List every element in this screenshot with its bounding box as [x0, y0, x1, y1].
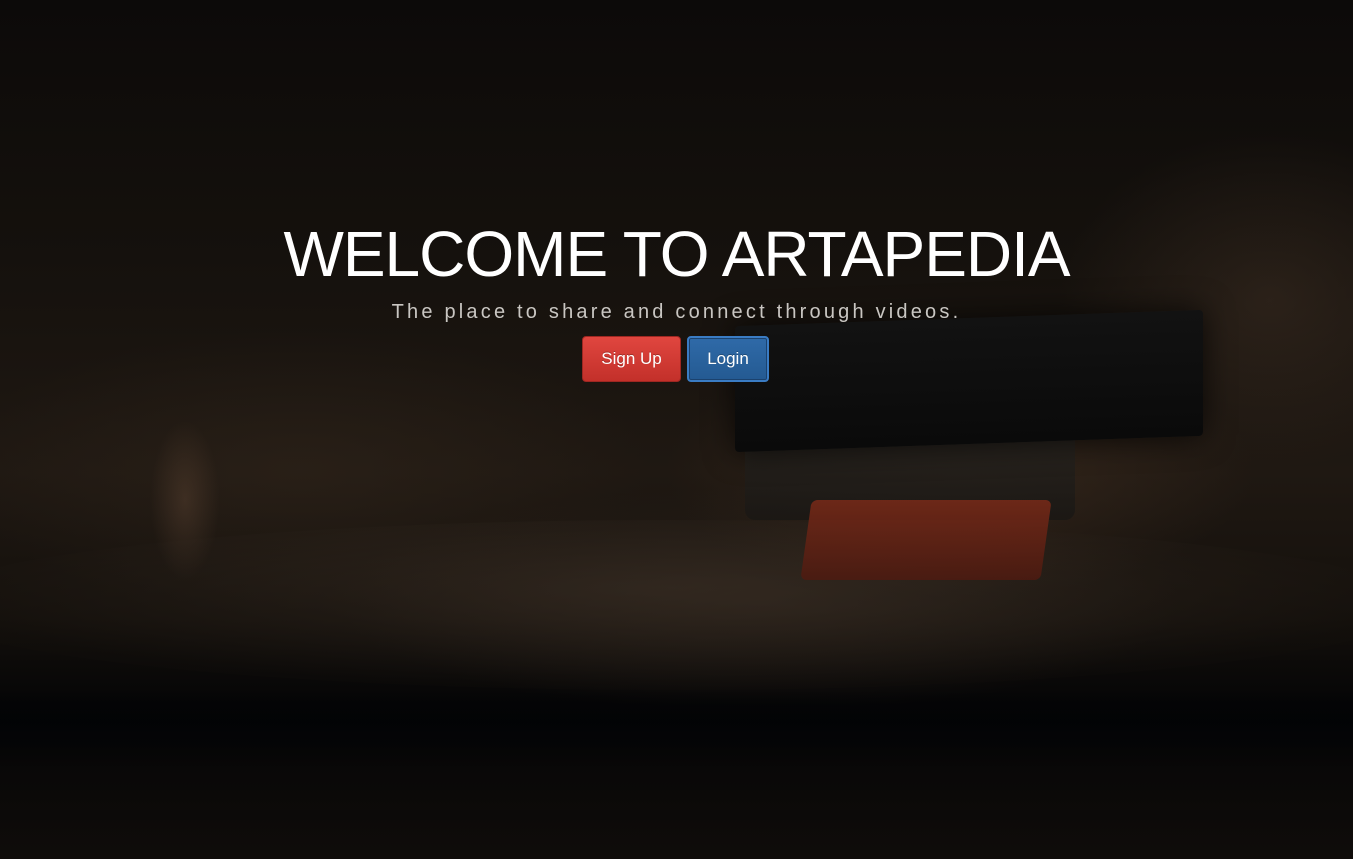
turntable-headshell-background	[735, 309, 1203, 453]
turntable-cartridge-background	[745, 410, 1075, 520]
hero-section: WELCOME TO ARTAPEDIA The place to share …	[0, 0, 1353, 859]
turntable-platter-background	[0, 520, 1353, 690]
turntable-stylus-background	[800, 500, 1052, 580]
sign-up-button[interactable]: Sign Up	[582, 336, 681, 382]
page-title: WELCOME TO ARTAPEDIA	[283, 218, 1070, 290]
page-subtitle: The place to share and connect through v…	[391, 301, 962, 323]
login-button[interactable]: Login	[687, 336, 769, 382]
auth-buttons: Sign Up Login	[582, 336, 769, 382]
background-light-blur	[150, 420, 220, 580]
background-dark-band	[0, 690, 1353, 770]
